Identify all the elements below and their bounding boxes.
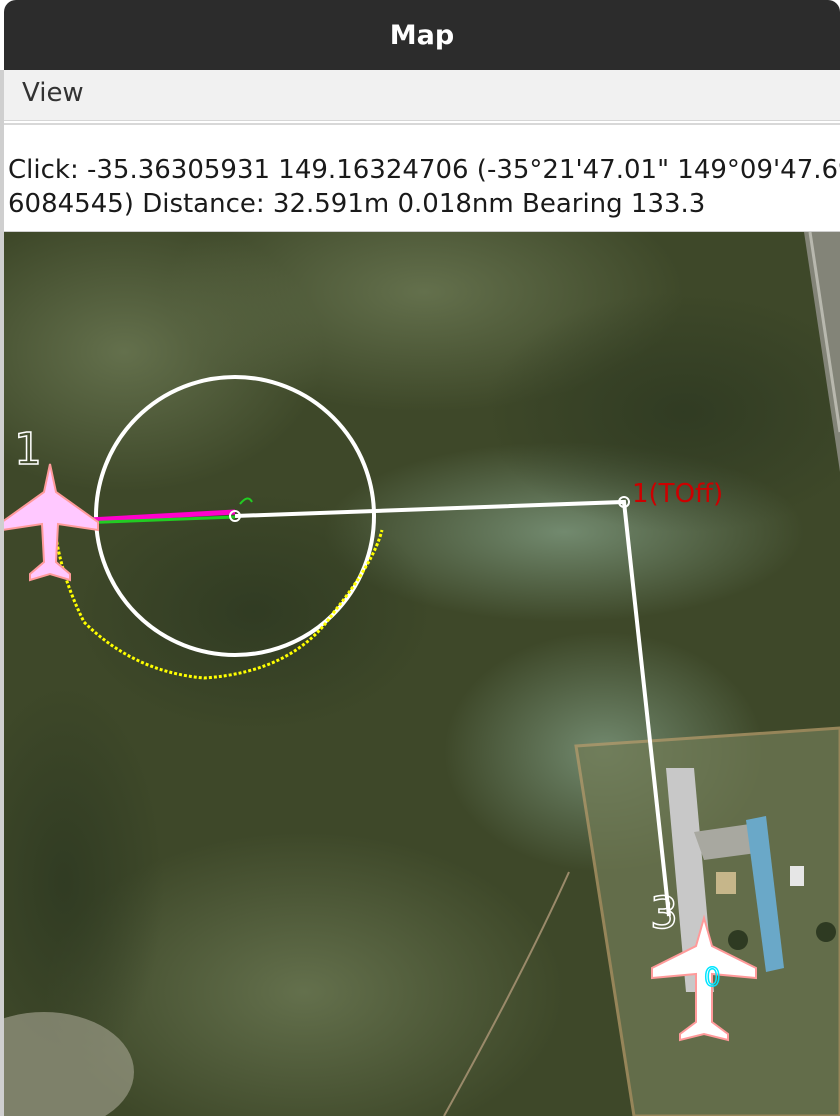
vehicle-label: 1 [14,424,42,475]
waypoint-label-3: 3 [650,888,678,939]
map-canvas[interactable]: 1 1(TOff) 3 0 [4,232,840,1116]
waypoint-label-takeoff: 1(TOff) [632,479,723,509]
window-title: Map [389,19,455,51]
distance-bearing-text: 6084545) Distance: 32.591m 0.018nm Beari… [8,189,706,219]
menu-view[interactable]: View [22,78,84,108]
home-label: 0 [704,963,721,993]
menu-bar: View [4,70,840,121]
map-svg[interactable]: 1 1(TOff) 3 0 [4,232,840,1116]
click-coordinates-text: Click: -35.36305931 149.16324706 (-35°21… [8,155,840,185]
title-bar: Map [4,0,840,70]
status-panel: Click: -35.36305931 149.16324706 (-35°21… [4,123,840,233]
